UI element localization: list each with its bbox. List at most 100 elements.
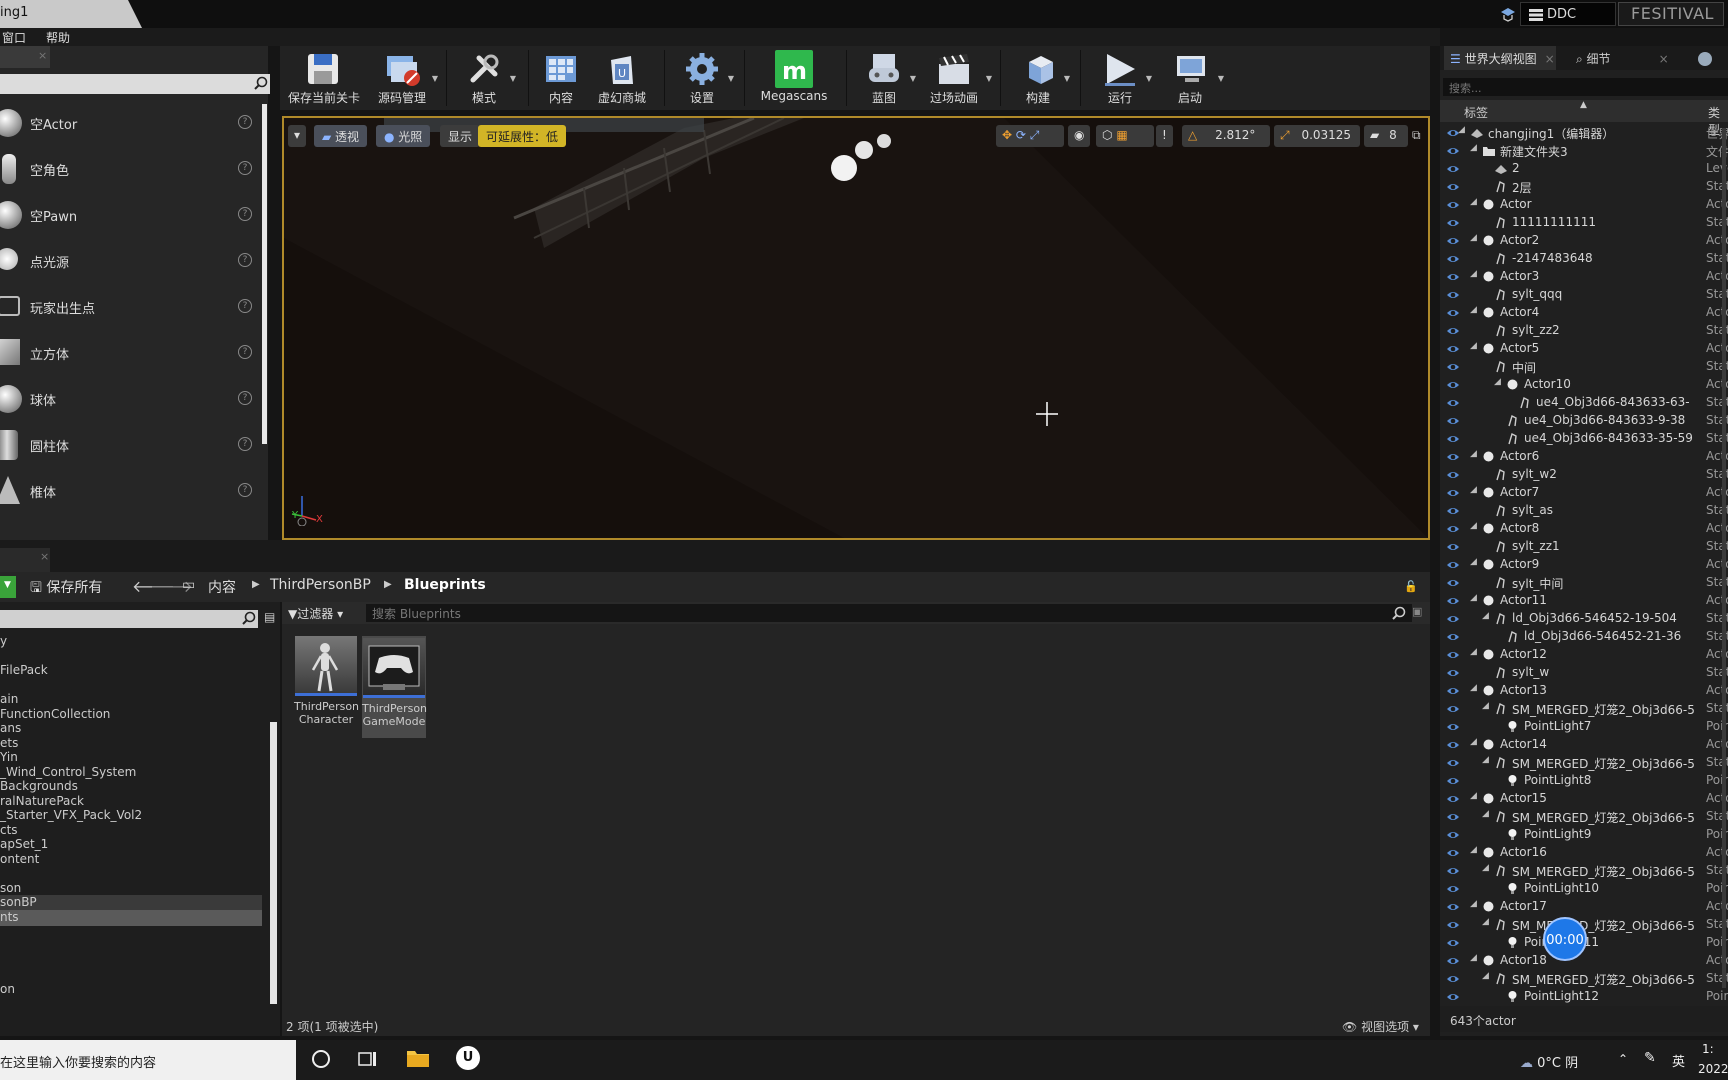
level-tab[interactable]: ing1 <box>0 0 142 28</box>
eye-icon[interactable] <box>1446 666 1460 680</box>
blueprints-button[interactable]: 蓝图 ▼ <box>856 46 916 110</box>
column-label[interactable]: 标签 <box>1464 104 1488 121</box>
close-icon[interactable]: × <box>1545 52 1555 66</box>
breadcrumb-blueprints[interactable]: Blueprints <box>404 577 486 593</box>
eye-icon[interactable] <box>1446 630 1460 644</box>
expand-arrow-icon[interactable]: ◢ <box>1470 791 1477 801</box>
expand-arrow-icon[interactable]: ◢ <box>1470 521 1477 531</box>
eye-icon[interactable] <box>1446 684 1460 698</box>
sort-arrow-icon[interactable]: ▲ <box>1580 100 1587 110</box>
expand-arrow-icon[interactable]: ◢ <box>1470 593 1477 603</box>
unreal-engine-icon[interactable]: U <box>456 1046 480 1070</box>
play-button[interactable]: 运行 ▼ <box>1092 46 1152 110</box>
outliner-row[interactable]: ◢ActorActo <box>1440 196 1728 214</box>
cinematics-button[interactable]: 过场动画 ▼ <box>920 46 992 110</box>
outliner-row[interactable]: ue4_Obj3d66-843633-63-Stati <box>1440 394 1728 412</box>
outliner-row[interactable]: 2层Stati <box>1440 178 1728 196</box>
expand-arrow-icon[interactable]: ◢ <box>1470 683 1477 693</box>
help-icon[interactable]: ? <box>238 115 252 129</box>
eye-icon[interactable] <box>1446 180 1460 194</box>
place-item-empty-actor[interactable]: 空Actor? <box>0 100 262 146</box>
help-icon[interactable]: ? <box>238 253 252 267</box>
dropdown-icon[interactable]: ▼ <box>986 74 992 83</box>
chevron-up-icon[interactable]: ⌃ <box>1618 1052 1628 1066</box>
eye-icon[interactable] <box>1446 810 1460 824</box>
expand-arrow-icon[interactable]: ◢ <box>1470 557 1477 567</box>
expand-arrow-icon[interactable]: ◢ <box>1470 269 1477 279</box>
outliner-scrollbar[interactable] <box>1722 128 1726 988</box>
help-icon[interactable]: ? <box>238 161 252 175</box>
outliner-row[interactable]: ◢Actor17Acto <box>1440 898 1728 916</box>
outliner-row[interactable]: ◢Actor16Acto <box>1440 844 1728 862</box>
eye-icon[interactable] <box>1446 864 1460 878</box>
eye-icon[interactable] <box>1446 720 1460 734</box>
outliner-row[interactable]: ◢Actor6Acto <box>1440 448 1728 466</box>
eye-icon[interactable] <box>1446 450 1460 464</box>
expand-arrow-icon[interactable]: ◢ <box>1482 755 1489 765</box>
eye-icon[interactable] <box>1446 900 1460 914</box>
expand-arrow-icon[interactable]: ◢ <box>1482 701 1489 711</box>
weather-widget[interactable]: ☁ 0°C 阴 <box>1520 1052 1578 1071</box>
file-explorer-icon[interactable] <box>406 1046 430 1068</box>
eye-icon[interactable] <box>1446 504 1460 518</box>
eye-icon[interactable] <box>1446 216 1460 230</box>
outliner-row[interactable]: ◢Actor8Acto <box>1440 520 1728 538</box>
list-view-icon[interactable]: ▤ <box>264 610 275 624</box>
expand-arrow-icon[interactable]: ◢ <box>1470 647 1477 657</box>
launch-button[interactable]: 启动 ▼ <box>1160 46 1224 110</box>
source-control-button[interactable]: 源码管理 ▼ <box>370 46 438 110</box>
outliner-row[interactable]: ◢SM_MERGED_灯笼2_Obj3d66-5Stati <box>1440 754 1728 772</box>
expand-arrow-icon[interactable]: ◢ <box>1482 863 1489 873</box>
outliner-row[interactable]: ue4_Obj3d66-843633-35-59Stati <box>1440 430 1728 448</box>
outliner-row[interactable]: sylt_w2Stati <box>1440 466 1728 484</box>
clock-date[interactable]: 2022 <box>1698 1062 1728 1076</box>
task-view-icon[interactable] <box>358 1050 378 1068</box>
outliner-row[interactable]: ◢Actor4Acto <box>1440 304 1728 322</box>
megascans-button[interactable]: m Megascans <box>754 46 834 110</box>
eye-icon[interactable] <box>1446 882 1460 896</box>
eye-icon[interactable] <box>1446 738 1460 752</box>
outliner-row[interactable]: ◢Actor3Acto <box>1440 268 1728 286</box>
clock-time[interactable]: 1: <box>1702 1042 1714 1056</box>
world-settings-icon[interactable] <box>1698 52 1712 66</box>
outliner-row[interactable]: ◢SM_MERGED_灯笼2_Obj3d66-5Stati <box>1440 808 1728 826</box>
outliner-row[interactable]: ◢Actor7Acto <box>1440 484 1728 502</box>
rotation-snap[interactable]: △ 2.812° <box>1182 125 1270 147</box>
asset-third-person-gamemode[interactable]: ThirdPerson GameMode <box>362 636 427 738</box>
ddc-button[interactable]: DDC <box>1520 2 1616 26</box>
place-item-cone[interactable]: 椎体? <box>0 468 262 514</box>
place-item-empty-pawn[interactable]: 空Pawn? <box>0 192 262 238</box>
ime-indicator[interactable]: 英 <box>1672 1051 1685 1070</box>
expand-arrow-icon[interactable]: ◢ <box>1470 143 1477 153</box>
outliner-row[interactable]: PointLight12 Poin <box>1440 988 1728 1004</box>
place-item-sphere[interactable]: 球体? <box>0 376 262 422</box>
eye-icon[interactable] <box>1446 360 1460 374</box>
expand-arrow-icon[interactable]: ◢ <box>1470 953 1477 963</box>
outliner-row[interactable]: sylt_zz2Stati <box>1440 322 1728 340</box>
outliner-row[interactable]: 中间Stati <box>1440 358 1728 376</box>
expand-arrow-icon[interactable]: ◢ <box>1470 341 1477 351</box>
grid-snap-toggle[interactable]: ⬡ ▦ <box>1096 125 1154 147</box>
outliner-row[interactable]: PointLight9Poin <box>1440 826 1728 844</box>
content-browser-tab[interactable]: × <box>0 548 50 572</box>
outliner-row[interactable]: ◢Actor15Acto <box>1440 790 1728 808</box>
pen-icon[interactable]: ✎ <box>1644 1050 1656 1066</box>
outliner-row[interactable]: sylt_qqqStati <box>1440 286 1728 304</box>
outliner-row[interactable]: ◢Actor14Acto <box>1440 736 1728 754</box>
tab-details[interactable]: ⌕ 细节 × <box>1570 46 1680 70</box>
outliner-row[interactable]: 2Leve <box>1440 160 1728 178</box>
modes-button[interactable]: 模式 ▼ <box>456 46 516 110</box>
camera-speed[interactable]: ▰ 8 <box>1364 125 1408 147</box>
eye-icon[interactable] <box>1446 558 1460 572</box>
menu-help[interactable]: 帮助 <box>46 29 70 46</box>
content-button[interactable]: 内容 <box>536 46 586 110</box>
outliner-row[interactable]: sylt_zz1Stati <box>1440 538 1728 556</box>
outliner-row[interactable]: ◢ld_Obj3d66-546452-19-504Stati <box>1440 610 1728 628</box>
warning-indicator[interactable]: ! <box>1156 125 1173 147</box>
eye-icon[interactable] <box>1446 702 1460 716</box>
expand-arrow-icon[interactable]: ◢ <box>1470 197 1477 207</box>
move-icon[interactable]: ✥ <box>1002 128 1012 142</box>
help-icon[interactable]: ? <box>238 483 252 497</box>
eye-icon[interactable] <box>1446 918 1460 932</box>
outliner-row[interactable]: ◢SM_MERGED_灯笼2_Obj3d66-5Stati <box>1440 970 1728 988</box>
